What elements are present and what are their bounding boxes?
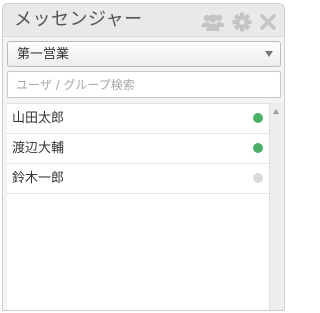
close-icon[interactable] [258,12,278,32]
panel-title: メッセンジャー [14,9,143,30]
user-name: 渡辺大輔 [12,141,65,156]
list-item[interactable]: 鈴木一郎 [7,164,269,194]
status-online-icon [253,143,263,153]
messenger-panel: メッセンジャー 第一営業 ユーザ / グループ検索 山田太郎 渡辺大輔 鈴木一郎 [2,3,285,311]
gear-icon[interactable] [232,12,252,32]
list-scrollbar[interactable] [269,103,283,310]
search-input[interactable] [7,71,281,98]
chevron-down-icon [265,51,273,57]
group-select[interactable]: 第一営業 [7,41,281,67]
list-item[interactable]: 渡辺大輔 [7,134,269,164]
list-item[interactable]: 山田太郎 [7,104,269,134]
user-list: 山田太郎 渡辺大輔 鈴木一郎 [7,103,269,310]
status-offline-icon [253,173,263,183]
status-online-icon [253,113,263,123]
user-name: 鈴木一郎 [12,171,65,186]
user-name: 山田太郎 [12,111,65,126]
group-select-value: 第一営業 [17,47,70,62]
scroll-up-icon[interactable] [273,109,279,114]
users-icon[interactable] [201,12,225,32]
panel-header: メッセンジャー [3,4,284,37]
